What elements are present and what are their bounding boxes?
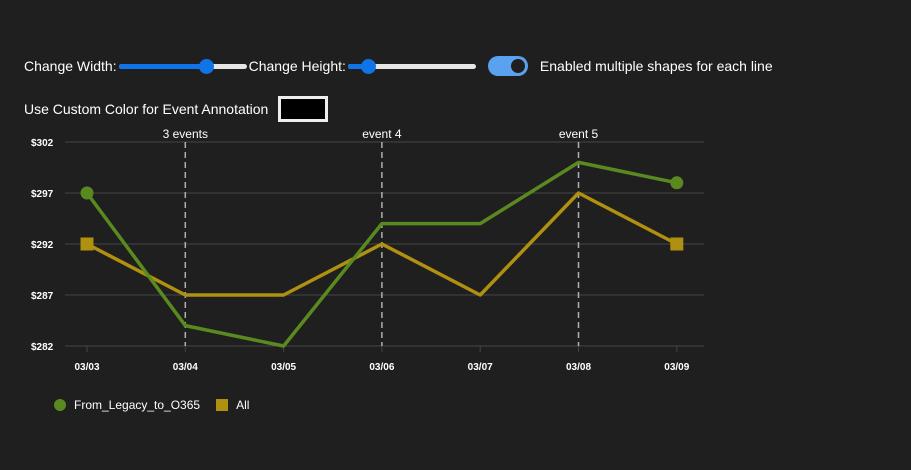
- data-point-circle: [670, 176, 684, 190]
- event-label: event 4: [362, 127, 402, 141]
- event-label: 3 events: [163, 127, 208, 141]
- height-slider-label: Change Height:: [248, 58, 346, 74]
- y-tick-label: $297: [31, 189, 54, 200]
- x-tick-label: 03/09: [664, 362, 689, 373]
- width-slider-label: Change Width:: [24, 58, 117, 74]
- x-tick-label: 03/03: [74, 362, 99, 373]
- x-tick-label: 03/04: [173, 362, 198, 373]
- y-tick-label: $282: [31, 342, 54, 353]
- toggle-knob: [510, 59, 525, 73]
- width-slider[interactable]: [118, 56, 247, 76]
- legend-label-series-1: From_Legacy_to_O365: [74, 398, 201, 412]
- multi-shapes-label: Enabled multiple shapes for each line: [539, 58, 773, 74]
- custom-color-label: Use Custom Color for Event Annotation: [24, 101, 269, 117]
- legend-marker-square: [216, 399, 229, 411]
- x-tick-label: 03/06: [369, 362, 394, 373]
- width-slider-thumb[interactable]: [198, 59, 214, 74]
- y-tick-label: $287: [31, 291, 54, 302]
- control-bar: Change Width: Change Height: Enabled mul…: [24, 48, 773, 84]
- x-tick-label: 03/07: [468, 362, 493, 373]
- custom-color-row: Use Custom Color for Event Annotation: [24, 96, 329, 122]
- line-chart: 3 events event 4 event 5 $302 $297 $292 $287 $…: [31, 127, 704, 373]
- height-slider-thumb[interactable]: [361, 59, 377, 74]
- height-slider[interactable]: [347, 56, 476, 76]
- y-tick-label: $292: [31, 240, 54, 251]
- x-tick-label: 03/08: [566, 362, 591, 373]
- legend-label-series-2: All: [236, 398, 250, 412]
- custom-color-picker[interactable]: [278, 96, 329, 122]
- event-label: event 5: [559, 127, 599, 141]
- y-tick-label: $302: [31, 138, 54, 149]
- x-tick-label: 03/05: [271, 362, 296, 373]
- data-point-square: [80, 237, 94, 251]
- legend-marker-circle: [54, 399, 66, 411]
- chart-legend: From_Legacy_to_O365 All: [54, 398, 249, 412]
- data-point-circle: [80, 186, 94, 200]
- width-slider-fill: [118, 64, 206, 69]
- data-point-square: [670, 237, 684, 251]
- multi-shapes-toggle[interactable]: [487, 56, 528, 76]
- event-layer: 3 events event 4 event 5: [163, 127, 599, 346]
